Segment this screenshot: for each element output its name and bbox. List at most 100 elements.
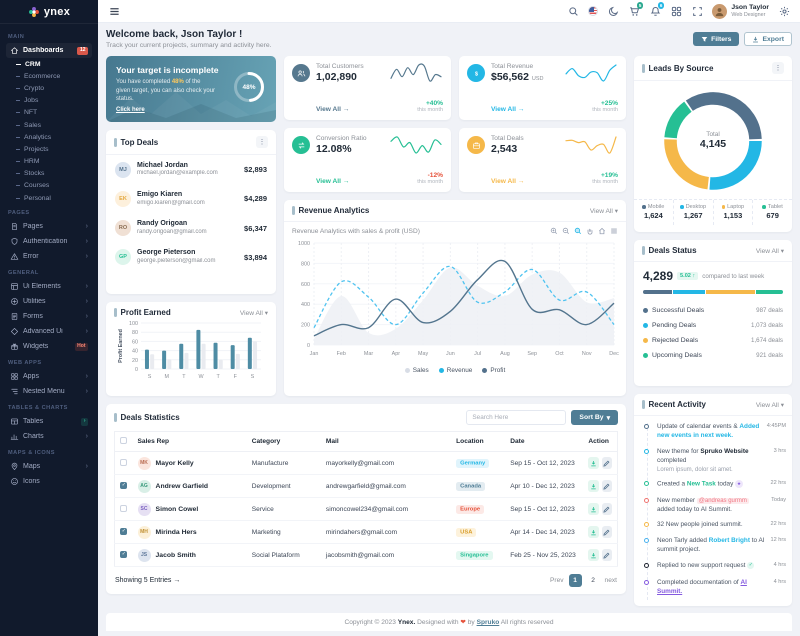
select-all-checkbox[interactable] xyxy=(120,437,127,444)
row-checkbox[interactable] xyxy=(120,482,127,489)
column-header-action[interactable]: Action xyxy=(583,432,617,452)
selection-zoom-icon[interactable] xyxy=(574,227,582,235)
row-checkbox[interactable] xyxy=(120,551,127,558)
sidebar-item-authentication[interactable]: Authentication › xyxy=(6,234,92,249)
recent-activity-view-all[interactable]: View All ▾ xyxy=(756,401,784,409)
sidebar-subitem-ecommerce[interactable]: Ecommerce xyxy=(6,70,92,82)
deal-row-george-pieterson[interactable]: GP George Pieterson george.pieterson@gma… xyxy=(106,243,276,272)
search-input[interactable] xyxy=(466,410,566,425)
click-here-link[interactable]: Click here xyxy=(116,107,145,113)
export-button[interactable]: Export xyxy=(744,32,792,46)
menu-toggle-icon[interactable] xyxy=(108,5,120,17)
cart-icon[interactable]: 5 xyxy=(628,5,640,17)
legend-item-profit[interactable]: Profit xyxy=(482,367,505,374)
sidebar-subitem-personal[interactable]: Personal xyxy=(6,192,92,204)
edit-action-button[interactable] xyxy=(602,549,612,561)
revenue-view-all[interactable]: View All ▾ xyxy=(590,207,618,215)
sidebar-item-forms[interactable]: Forms › xyxy=(6,309,92,324)
card-menu-icon[interactable]: ⋮ xyxy=(772,62,784,74)
sidebar-subitem-sales[interactable]: Sales xyxy=(6,119,92,131)
chart-menu-icon[interactable] xyxy=(610,227,618,235)
designer-link[interactable]: Spruko xyxy=(477,619,500,626)
sidebar-item-tables[interactable]: Tables › xyxy=(6,414,92,429)
dark-mode-icon[interactable] xyxy=(607,5,619,17)
sidebar-item-utilities[interactable]: Utilities › xyxy=(6,294,92,309)
fullscreen-icon[interactable] xyxy=(691,5,703,17)
legend-item-sales[interactable]: Sales xyxy=(405,367,429,374)
view-all-link[interactable]: View All → xyxy=(316,106,383,113)
sidebar-item-advanced-ui[interactable]: Advanced Ui › xyxy=(6,324,92,339)
sidebar-subitem-stocks[interactable]: Stocks xyxy=(6,168,92,180)
column-header-mail[interactable]: Mail xyxy=(321,432,451,452)
legend-item-revenue[interactable]: Revenue xyxy=(439,367,473,374)
edit-action-button[interactable] xyxy=(602,480,612,492)
sidebar-subitem-crypto[interactable]: Crypto xyxy=(6,82,92,94)
sidebar-item-nested-menu[interactable]: Nested Menu › xyxy=(6,384,92,399)
pagination-page-2[interactable]: 2 xyxy=(587,574,600,587)
zoom-out-icon[interactable] xyxy=(562,227,570,235)
view-all-link[interactable]: View All → xyxy=(491,106,558,113)
column-header-location[interactable]: Location xyxy=(451,432,505,452)
sidebar-item-dashboards[interactable]: Dashboards 12 xyxy=(6,43,92,58)
sort-by-button[interactable]: Sort By ▾ xyxy=(571,410,618,425)
download-action-button[interactable] xyxy=(588,457,598,469)
row-checkbox[interactable] xyxy=(120,505,127,512)
sidebar-item-error[interactable]: Error › xyxy=(6,249,92,264)
deal-row-michael-jordan[interactable]: MJ Michael Jordan michael.jordan@example… xyxy=(106,155,276,184)
view-all-link[interactable]: View All → xyxy=(491,178,558,185)
sidebar-item-maps[interactable]: Maps › xyxy=(6,459,92,474)
column-header-category[interactable]: Category xyxy=(247,432,321,452)
activity-item: Completed documentation of AI Summit. 4 … xyxy=(657,579,786,601)
edit-action-button[interactable] xyxy=(602,526,612,538)
download-action-button[interactable] xyxy=(588,526,598,538)
sidebar-item-widgets[interactable]: Widgets Hot xyxy=(6,339,92,354)
pagination-page-1[interactable]: 1 xyxy=(569,574,582,587)
pan-icon[interactable] xyxy=(586,227,594,235)
settings-gear-icon[interactable] xyxy=(778,5,790,17)
revenue-subtitle: Revenue Analytics with sales & profit (U… xyxy=(292,228,550,235)
logo[interactable]: ynex xyxy=(0,0,98,24)
status-row-upcoming-deals: Upcoming Deals 921 deals xyxy=(643,348,783,363)
language-flag-icon[interactable] xyxy=(588,6,598,16)
profit-view-all[interactable]: View All ▾ xyxy=(240,309,268,317)
sidebar-item-icons[interactable]: Icons xyxy=(6,474,92,489)
status-row-rejected-deals: Rejected Deals 1,674 deals xyxy=(643,333,783,348)
row-checkbox[interactable] xyxy=(120,528,127,535)
deal-row-emigo-kiaren[interactable]: EK Emigo Kiaren emigo.kiaren@gmail.com $… xyxy=(106,184,276,213)
location-badge: Germany xyxy=(456,459,489,468)
deals-status-view-all[interactable]: View All ▾ xyxy=(756,247,784,255)
card-menu-icon[interactable]: ⋮ xyxy=(256,136,268,148)
sidebar-subitem-hrm[interactable]: HRM xyxy=(6,156,92,168)
sidebar-subitem-jobs[interactable]: Jobs xyxy=(6,95,92,107)
sidebar-item-apps[interactable]: Apps › xyxy=(6,369,92,384)
edit-action-button[interactable] xyxy=(602,457,612,469)
sidebar-item-charts[interactable]: Charts › xyxy=(6,429,92,444)
sidebar-item-pages[interactable]: Pages › xyxy=(6,219,92,234)
pagination-prev[interactable]: Prev xyxy=(550,577,564,584)
column-header-date[interactable]: Date xyxy=(505,432,583,452)
search-icon[interactable] xyxy=(567,5,579,17)
notifications-bell-icon[interactable]: 6 xyxy=(649,5,661,17)
apps-grid-icon[interactable] xyxy=(670,5,682,17)
leads-legend: Mobile 1,624 Desktop 1,267 Laptop 1,153 … xyxy=(634,199,792,225)
sidebar-subitem-nft[interactable]: NFT xyxy=(6,107,92,119)
sidebar-item-ui-elements[interactable]: Ui Elements › xyxy=(6,279,92,294)
row-checkbox[interactable] xyxy=(120,459,127,466)
edit-action-button[interactable] xyxy=(602,503,612,515)
sidebar-subitem-crm[interactable]: CRM xyxy=(6,58,92,70)
download-action-button[interactable] xyxy=(588,503,598,515)
leads-legend-mobile: Mobile 1,624 xyxy=(634,200,674,225)
user-profile-chip[interactable]: Json Taylor Web Designer xyxy=(712,4,769,19)
sidebar-subitem-projects[interactable]: Projects xyxy=(6,143,92,155)
zoom-in-icon[interactable] xyxy=(550,227,558,235)
download-action-button[interactable] xyxy=(588,480,598,492)
filters-button[interactable]: Filters xyxy=(693,32,739,46)
sidebar-subitem-courses[interactable]: Courses xyxy=(6,180,92,192)
deal-row-randy-origoan[interactable]: RO Randy Origoan randy.origoan@gmail.com… xyxy=(106,214,276,243)
view-all-link[interactable]: View All → xyxy=(316,178,383,185)
home-icon[interactable] xyxy=(598,227,606,235)
column-header-sales-rep[interactable]: Sales Rep xyxy=(133,432,247,452)
sidebar-subitem-analytics[interactable]: Analytics xyxy=(6,131,92,143)
pagination-next[interactable]: next xyxy=(605,577,617,584)
download-action-button[interactable] xyxy=(588,549,598,561)
